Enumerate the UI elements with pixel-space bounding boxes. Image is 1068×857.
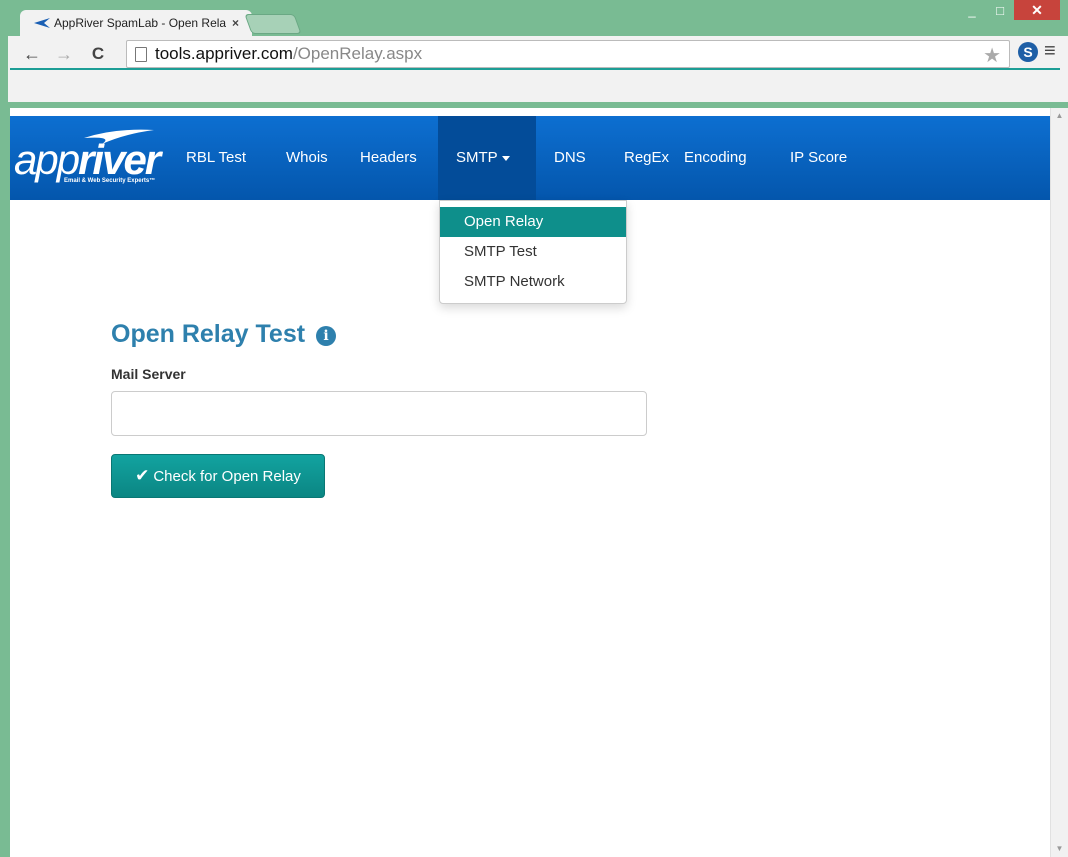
scroll-up-icon[interactable]: ▲	[1051, 108, 1068, 124]
smtp-dropdown-menu: Open Relay SMTP Test SMTP Network	[439, 200, 627, 304]
window-controls: _ □ ✕	[958, 0, 1060, 28]
maximize-button[interactable]: □	[986, 0, 1014, 20]
nav-whois[interactable]: Whois	[276, 116, 338, 200]
url-host: tools.appriver.com	[155, 44, 293, 63]
appriver-logo[interactable]: appriver Email & Web Security Experts™	[14, 126, 174, 190]
browser-tab[interactable]: AppRiver SpamLab - Open Relay ×	[20, 10, 252, 36]
logo-word-light: app	[14, 136, 80, 183]
page-title-text: Open Relay Test	[111, 320, 306, 348]
dropdown-item-smtp-network[interactable]: SMTP Network	[440, 267, 626, 297]
url-path: /OpenRelay.aspx	[292, 44, 423, 63]
extension-icon[interactable]: S	[1018, 42, 1038, 62]
nav-headers[interactable]: Headers	[350, 116, 427, 200]
nav-rbl-test[interactable]: RBL Test	[176, 116, 256, 200]
check-open-relay-button[interactable]: ✔ Check for Open Relay	[111, 454, 325, 498]
check-open-relay-label: Check for Open Relay	[153, 467, 301, 485]
nav-dns[interactable]: DNS	[544, 116, 596, 200]
page-viewport: appriver Email & Web Security Experts™ R…	[10, 108, 1050, 857]
checkmark-icon: ✔	[135, 466, 150, 485]
tab-title: AppRiver SpamLab - Open Relay	[54, 16, 226, 30]
address-bar[interactable]: tools.appriver.com/OpenRelay.aspx ★	[126, 40, 1010, 68]
new-tab-button[interactable]	[244, 14, 302, 34]
nav-ip-score[interactable]: IP Score	[780, 116, 857, 200]
logo-wordmark: appriver	[14, 136, 161, 184]
appriver-favicon-icon	[34, 18, 50, 28]
close-window-button[interactable]: ✕	[1014, 0, 1060, 20]
page-icon	[135, 46, 147, 62]
browser-menu-icon[interactable]: ≡	[1044, 40, 1056, 63]
nav-smtp-label: SMTP	[456, 149, 498, 166]
toolbar-divider	[10, 68, 1060, 70]
reload-icon[interactable]: C	[88, 42, 108, 66]
back-icon[interactable]: ←	[22, 42, 42, 66]
vertical-scrollbar[interactable]: ▲ ▼	[1050, 108, 1068, 857]
dropdown-item-smtp-test[interactable]: SMTP Test	[440, 237, 626, 267]
nav-encoding[interactable]: Encoding	[674, 116, 757, 200]
nav-regex[interactable]: RegEx	[614, 116, 679, 200]
mail-server-input[interactable]	[111, 391, 647, 436]
scroll-down-icon[interactable]: ▼	[1051, 841, 1068, 857]
bookmark-star-icon[interactable]: ★	[983, 43, 1001, 68]
logo-word-bold: river	[78, 136, 161, 183]
info-icon[interactable]: i	[316, 326, 336, 346]
site-navbar: appriver Email & Web Security Experts™ R…	[10, 116, 1050, 200]
dropdown-item-open-relay[interactable]: Open Relay	[440, 207, 626, 237]
caret-down-icon	[501, 155, 510, 161]
browser-window: _ □ ✕ AppRiver SpamLab - Open Relay × ← …	[0, 0, 1068, 857]
nav-smtp[interactable]: SMTP	[438, 116, 536, 200]
minimize-button[interactable]: _	[958, 0, 986, 20]
logo-tagline: Email & Web Security Experts™	[64, 178, 156, 184]
tab-close-icon[interactable]: ×	[232, 16, 239, 30]
mail-server-label: Mail Server	[111, 366, 186, 382]
tab-strip: AppRiver SpamLab - Open Relay ×	[20, 8, 620, 36]
forward-icon[interactable]: →	[54, 42, 74, 66]
page-title: Open Relay Test i	[111, 320, 336, 349]
